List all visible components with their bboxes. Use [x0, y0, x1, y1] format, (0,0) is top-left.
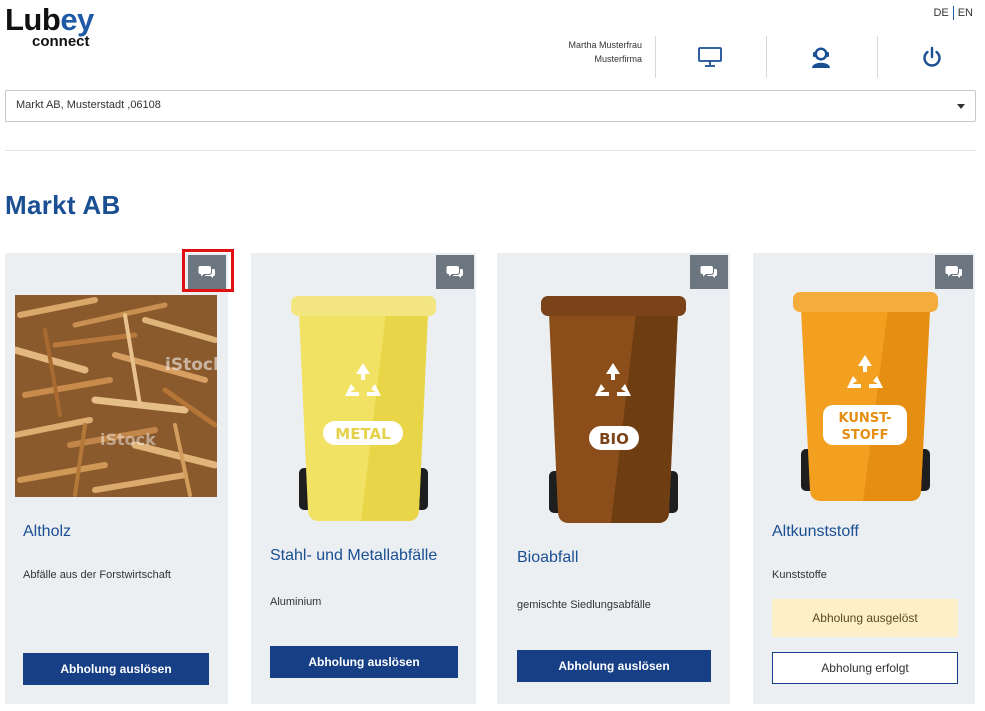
- card-subtitle: Abfälle aus der Forstwirtschaft: [23, 569, 171, 581]
- istock-watermark: iStock: [100, 430, 156, 449]
- orange-bin-image: KUNST- STOFF: [793, 289, 938, 504]
- user-name: Martha Musterfrau: [568, 40, 642, 50]
- logo-subline: connect: [32, 33, 90, 50]
- status-badge: Abholung ausgelöst: [772, 599, 958, 637]
- waste-card-altholz: iStock iStock Altholz Abfälle aus der Fo…: [5, 253, 228, 704]
- monitor-icon[interactable]: [697, 44, 723, 70]
- section-divider: [5, 150, 976, 151]
- page-title: Markt AB: [5, 190, 121, 220]
- lubey-connect-logo[interactable]: Lubey connect: [5, 2, 105, 51]
- chat-button[interactable]: [690, 255, 728, 289]
- header-divider: [655, 36, 656, 78]
- lang-separator: [952, 6, 954, 20]
- card-subtitle: Kunststoffe: [772, 569, 827, 581]
- logo-wordmark: Lubey: [5, 2, 94, 37]
- language-switcher: DE EN: [933, 6, 973, 20]
- chat-bubbles-icon: [198, 266, 215, 278]
- yellow-bin-image: METAL: [291, 293, 436, 523]
- card-title: Stahl- und Metallabfälle: [270, 547, 438, 564]
- header-divider: [766, 36, 767, 78]
- trigger-pickup-button[interactable]: Abholung auslösen: [23, 653, 209, 685]
- location-select[interactable]: Markt AB, Musterstadt ,06108: [5, 90, 976, 122]
- chat-bubbles-icon: [700, 266, 717, 278]
- card-subtitle: gemischte Siedlungsabfälle: [517, 599, 651, 611]
- waste-card-plastic: KUNST- STOFF Altkunststoff Kunststoffe A…: [753, 253, 975, 704]
- user-info: Martha Musterfrau Musterfirma: [530, 38, 642, 66]
- bin-label: BIO: [599, 430, 629, 448]
- trigger-pickup-button[interactable]: Abholung auslösen: [517, 650, 711, 682]
- chat-bubbles-icon: [945, 266, 962, 278]
- chevron-down-icon: [957, 104, 965, 109]
- wood-waste-photo: iStock iStock: [11, 295, 225, 497]
- lang-de-link[interactable]: DE: [933, 7, 948, 19]
- bin-label: METAL: [335, 425, 391, 443]
- chat-button[interactable]: [935, 255, 973, 289]
- card-title: Altkunststoff: [772, 523, 859, 540]
- istock-watermark: iStock: [165, 355, 217, 375]
- waste-card-metal: METAL Stahl- und Metallabfälle Aluminium…: [251, 253, 476, 704]
- chat-button[interactable]: [436, 255, 474, 289]
- card-title: Altholz: [23, 523, 72, 540]
- power-icon[interactable]: [919, 44, 945, 70]
- header-divider: [877, 36, 878, 78]
- card-subtitle: Aluminium: [270, 596, 322, 608]
- pickup-done-button[interactable]: Abholung erfolgt: [772, 652, 958, 684]
- trigger-pickup-button[interactable]: Abholung auslösen: [270, 646, 458, 678]
- waste-card-bio: BIO Bioabfall gemischte Siedlungsabfälle…: [497, 253, 730, 704]
- location-select-value: Markt AB, Musterstadt ,06108: [16, 99, 161, 111]
- bin-label: STOFF: [841, 428, 888, 443]
- brown-bin-image: BIO: [541, 293, 686, 525]
- bin-label: KUNST-: [839, 411, 892, 426]
- card-title: Bioabfall: [517, 549, 579, 566]
- chat-bubbles-icon: [446, 266, 463, 278]
- support-agent-icon[interactable]: [808, 44, 834, 70]
- user-company: Musterfirma: [594, 54, 642, 64]
- lang-en-link[interactable]: EN: [958, 7, 973, 19]
- chat-button[interactable]: [188, 255, 226, 289]
